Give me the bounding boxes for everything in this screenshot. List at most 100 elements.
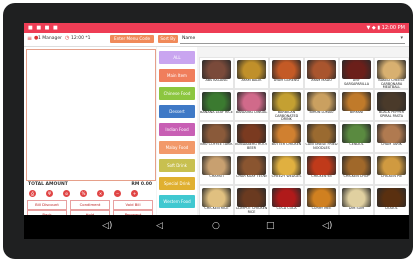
menu-item[interactable]: CHEEZY WEDGES	[269, 153, 304, 185]
menu-item-image	[202, 188, 231, 207]
menu-item-label: CHAM TARIK	[381, 143, 402, 146]
menu-item[interactable]: AYAM MADU	[304, 57, 339, 89]
menu-item[interactable]: CHAPATI	[199, 153, 234, 185]
cancel-icon[interactable]: ⊘	[63, 190, 70, 197]
menu-item[interactable]: CHICKEN 65	[304, 153, 339, 185]
total-label: TOTAL AMOUNT	[28, 182, 68, 187]
menu-item-label: AYAM MADU	[311, 79, 332, 82]
print-icon[interactable]: ⎙	[29, 190, 36, 197]
category-button[interactable]: Indian Food	[159, 123, 195, 136]
menu-item[interactable]: COCA COLA	[269, 185, 304, 217]
android-nav-bar: ◁) ◁ ○ □ ◁)	[24, 215, 409, 239]
condiment-button[interactable]: Condiment	[70, 200, 110, 210]
menu-item-label: CHICKEN 65	[311, 175, 332, 178]
category-button[interactable]: Western Food	[159, 195, 195, 208]
category-column: ALL Main Item Chinese Food Dessert Indian Fo…	[157, 47, 197, 215]
minus-icon[interactable]: −	[114, 190, 121, 197]
menu-item[interactable]: CANTONESE FRIED NOODLES	[304, 121, 339, 153]
menu-item[interactable]: CURRY MEE	[304, 185, 339, 217]
category-button[interactable]: ALL	[159, 51, 195, 64]
category-button[interactable]: Special Drink	[159, 177, 195, 190]
menu-item[interactable]: BARBICAN CARBONATED DRINK	[269, 89, 304, 121]
menu-item-image	[377, 60, 406, 79]
menu-item[interactable]: BAKED CHEESE CARBONARA MEATBALL	[374, 57, 409, 89]
status-bar: ■ ■ ■ ■ ▼ ◆ ▮ 12:00 PM	[24, 23, 409, 33]
top-bar: ≡ ● 1 Manager ◷ 12:00 *1 Enter Menu Code…	[24, 33, 409, 47]
menu-item-label: CENDOL	[349, 143, 364, 146]
menu-item[interactable]: BRU COFFEE TARIK	[199, 121, 234, 153]
menu-item[interactable]: CENDOL	[339, 121, 374, 153]
total-value: RM 0.00	[131, 182, 152, 187]
category-button[interactable]: Soft Drink	[159, 159, 195, 172]
menu-item[interactable]: CHICKEN CHOP	[339, 153, 374, 185]
category-button[interactable]: Malay Food	[159, 141, 195, 154]
status-left: ■ ■ ■ ■	[28, 25, 59, 31]
quick-icons-row: ⎙ Ψ ⊘ % ✕ − +	[26, 189, 154, 199]
total-row: TOTAL AMOUNT RM 0.00	[26, 181, 154, 189]
menu-item[interactable]: CHAR KUAY TEOW	[234, 153, 269, 185]
menu-item[interactable]: BANDUNG DINGAL	[234, 89, 269, 121]
menu-item-image	[272, 124, 301, 143]
menu-item-image	[237, 188, 266, 207]
menu-item-label: BUTTER CHICKEN	[271, 143, 302, 146]
menu-item-image	[307, 124, 336, 143]
menu-item-image	[307, 92, 336, 111]
category-button[interactable]: Dessert	[159, 105, 195, 118]
menu-item-image	[202, 124, 231, 143]
menu-item-image	[237, 156, 266, 175]
menu-item[interactable]: BANANA LEAF RICE	[199, 89, 234, 121]
menu-item-label: BARBICAN CARBONATED DRINK	[274, 111, 299, 120]
menu-item[interactable]: AYAM BALIK	[234, 57, 269, 89]
sort-value: Name	[182, 36, 196, 41]
menu-item[interactable]: BLACK PEPPER SPIRAL PASTA	[374, 89, 409, 121]
tablet-frame: ■ ■ ■ ■ ▼ ◆ ▮ 12:00 PM ≡ ● 1 Manager ◷ 1…	[3, 3, 413, 259]
category-button[interactable]: Chinese Food	[159, 87, 195, 100]
home-icon[interactable]: ○	[212, 221, 220, 231]
recent-apps-icon[interactable]: □	[266, 221, 275, 231]
menu-item[interactable]: BUNDABERG ROOT BEER	[234, 121, 269, 153]
menu-item-label: BIRYANI	[349, 111, 364, 114]
menu-item[interactable]: CHICKEN RICE	[199, 185, 234, 217]
user-label[interactable]: 1 Manager	[38, 36, 62, 41]
menu-item[interactable]: CHICKEN PIE	[374, 153, 409, 185]
chevron-down-icon: ▾	[400, 35, 403, 41]
screen: ■ ■ ■ ■ ▼ ◆ ▮ 12:00 PM ≡ ● 1 Manager ◷ 1…	[24, 23, 409, 239]
void-bill-button[interactable]: Void Bill	[113, 200, 153, 210]
menu-item-label: AYAM BALIK	[241, 79, 262, 82]
order-list[interactable]	[26, 49, 156, 181]
menu-item[interactable]: AYIF SARSAPARILLA	[339, 57, 374, 89]
menu-code-button[interactable]: Enter Menu Code	[110, 35, 154, 43]
menu-item[interactable]: BIRYANI	[339, 89, 374, 121]
menu-item-image	[237, 92, 266, 111]
menu-item[interactable]: BUTTER CHICKEN	[269, 121, 304, 153]
menu-item[interactable]: CHAM TARIK	[374, 121, 409, 153]
plus-icon[interactable]: +	[131, 190, 138, 197]
menu-item[interactable]: AYAM GORENG	[269, 57, 304, 89]
menu-item-label: BANANA LEAF RICE	[200, 111, 233, 114]
back-icon[interactable]: ◁	[156, 221, 163, 231]
cutlery-icon[interactable]: Ψ	[46, 190, 53, 197]
menu-item[interactable]: DIM SUM	[339, 185, 374, 217]
sort-select[interactable]: Name ▾	[180, 35, 405, 44]
menu-item-image	[342, 124, 371, 143]
menu-item-label: CHEEZY WEDGES	[271, 175, 302, 178]
volume-up-icon[interactable]: ◁)	[322, 221, 332, 231]
menu-item[interactable]: DODOL	[374, 185, 409, 217]
delete-icon[interactable]: ✕	[97, 190, 104, 197]
order-panel: TOTAL AMOUNT RM 0.00 ⎙ Ψ ⊘ % ✕ − + Bill …	[24, 47, 156, 220]
menu-item[interactable]: CLAYPOT CHICKEN RICE	[234, 185, 269, 217]
menu-item-image	[307, 188, 336, 207]
bill-discount-button[interactable]: Bill Discount	[27, 200, 67, 210]
sort-by-label: Sort By	[158, 35, 178, 43]
discount-icon[interactable]: %	[80, 190, 87, 197]
menu-item-image	[342, 188, 371, 207]
volume-down-icon[interactable]: ◁)	[102, 221, 112, 231]
menu-item-label: CHAR KUAY TEOW	[236, 175, 267, 178]
menu-item-image	[237, 60, 266, 79]
menu-item[interactable]: ABS KACANG	[199, 57, 234, 89]
menu-icon[interactable]: ≡	[27, 35, 32, 42]
category-button[interactable]: Main Item	[159, 69, 195, 82]
menu-item[interactable]: BIHUN LUMAU	[304, 89, 339, 121]
menu-item-image	[272, 92, 301, 111]
menu-item-label: BIHUN LUMAU	[309, 111, 334, 114]
